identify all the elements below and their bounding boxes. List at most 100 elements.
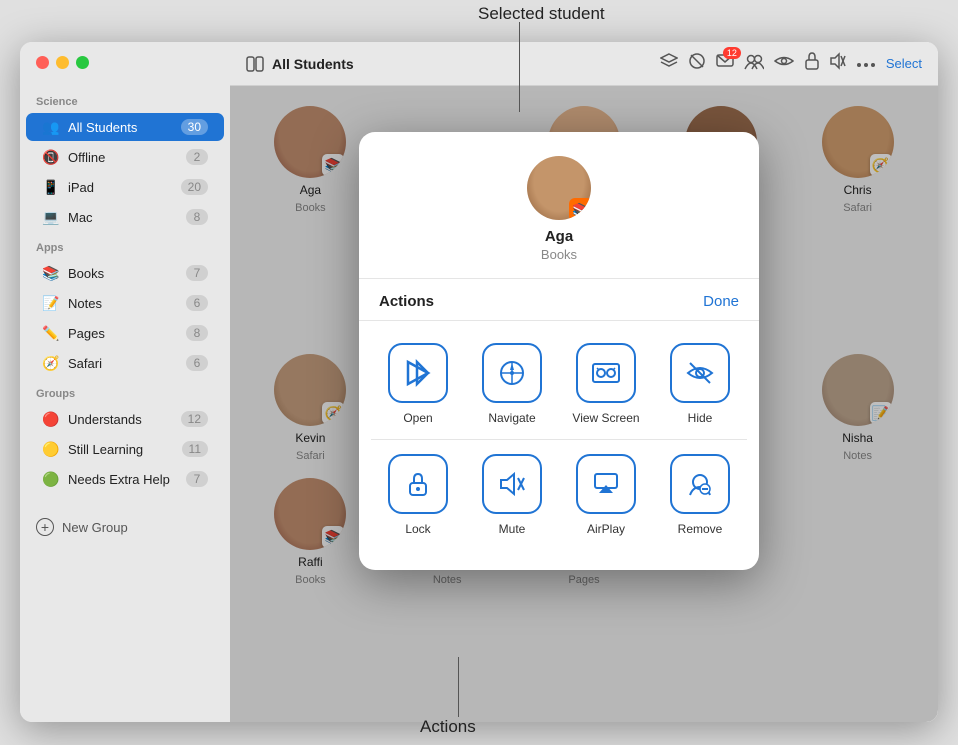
action-airplay-button[interactable]: AirPlay: [559, 440, 653, 550]
hide-icon: [670, 343, 730, 403]
sidebar-item-understands[interactable]: 🔴 Understands 12: [26, 405, 224, 433]
actions-modal: 📚 Aga Books Actions Done Open: [359, 132, 759, 570]
sidebar-item-ipad[interactable]: 📱 iPad 20: [26, 173, 224, 201]
action-lock-button[interactable]: Lock: [371, 440, 465, 550]
toolbar: All Students: [230, 42, 938, 86]
navigate-icon: [482, 343, 542, 403]
message-toolbar-icon[interactable]: 12: [716, 52, 734, 75]
sidebar-item-pages[interactable]: ✏️ Pages 8: [26, 319, 224, 347]
offline-label: Offline: [68, 150, 186, 165]
understands-count: 12: [181, 411, 208, 427]
groups-section-label: Groups: [20, 378, 230, 404]
mac-label: Mac: [68, 210, 186, 225]
notes-count: 6: [186, 295, 208, 311]
actions-line: [458, 657, 459, 717]
science-section-label: Science: [20, 86, 230, 112]
eye-toolbar-icon[interactable]: [774, 54, 794, 73]
minimize-button[interactable]: [56, 56, 69, 69]
ipad-count: 20: [181, 179, 208, 195]
maximize-button[interactable]: [76, 56, 89, 69]
view-screen-label: View Screen: [572, 411, 639, 425]
selected-student-line: [519, 22, 520, 112]
modal-divider-top: [359, 320, 759, 321]
layers-toolbar-icon[interactable]: [660, 52, 678, 75]
action-open-button[interactable]: Open: [371, 329, 465, 439]
actions-annotation: Actions: [420, 717, 476, 737]
airplay-label: AirPlay: [587, 522, 625, 536]
action-navigate-button[interactable]: Navigate: [465, 329, 559, 439]
sidebar-item-needs-extra-help[interactable]: 🟢 Needs Extra Help 7: [26, 465, 224, 493]
app-window: Science 👥 All Students 30 📵 Offline 2 📱 …: [20, 42, 938, 722]
offline-icon: 📵: [42, 148, 60, 166]
modal-app-badge: 📚: [569, 198, 591, 220]
notes-icon: 📝: [42, 294, 60, 312]
block-toolbar-icon[interactable]: [688, 52, 706, 75]
group-toolbar-icon[interactable]: [744, 52, 764, 75]
all-students-count: 30: [181, 119, 208, 135]
sidebar-item-mac[interactable]: 💻 Mac 8: [26, 203, 224, 231]
sidebar: Science 👥 All Students 30 📵 Offline 2 📱 …: [20, 42, 230, 722]
close-button[interactable]: [36, 56, 49, 69]
lock-toolbar-icon[interactable]: [804, 52, 820, 75]
open-icon: [388, 343, 448, 403]
pages-count: 8: [186, 325, 208, 341]
understands-icon: 🔴: [42, 410, 60, 428]
airplay-icon: [576, 454, 636, 514]
remove-label: Remove: [678, 522, 723, 536]
still-learning-count: 11: [182, 441, 208, 457]
new-group-button[interactable]: + New Group: [20, 510, 230, 544]
lock-icon: [388, 454, 448, 514]
pages-label: Pages: [68, 326, 186, 341]
apps-section-label: Apps: [20, 232, 230, 258]
ipad-label: iPad: [68, 180, 181, 195]
mute-icon: [482, 454, 542, 514]
modal-student-appname: Books: [541, 247, 577, 262]
plus-icon: +: [36, 518, 54, 536]
understands-label: Understands: [68, 412, 181, 427]
pages-icon: ✏️: [42, 324, 60, 342]
toolbar-title-area: All Students: [246, 55, 354, 73]
page-title: All Students: [272, 56, 354, 72]
mac-icon: 💻: [42, 208, 60, 226]
action-mute-button[interactable]: Mute: [465, 440, 559, 550]
toolbar-actions: 12: [660, 52, 922, 75]
sidebar-item-safari[interactable]: 🧭 Safari 6: [26, 349, 224, 377]
remove-icon: [670, 454, 730, 514]
offline-count: 2: [186, 149, 208, 165]
sidebar-toggle-icon[interactable]: [246, 55, 264, 73]
modal-header: 📚 Aga Books: [359, 132, 759, 279]
all-students-label: All Students: [68, 120, 181, 135]
sidebar-item-offline[interactable]: 📵 Offline 2: [26, 143, 224, 171]
safari-count: 6: [186, 355, 208, 371]
modal-done-button[interactable]: Done: [703, 293, 739, 310]
action-hide-button[interactable]: Hide: [653, 329, 747, 439]
modal-student-avatar: 📚: [527, 156, 591, 220]
mac-count: 8: [186, 209, 208, 225]
books-icon: 📚: [42, 264, 60, 282]
still-learning-label: Still Learning: [68, 442, 182, 457]
open-label: Open: [403, 411, 432, 425]
still-learning-icon: 🟡: [42, 440, 60, 458]
sidebar-item-notes[interactable]: 📝 Notes 6: [26, 289, 224, 317]
action-view-screen-button[interactable]: View Screen: [559, 329, 653, 439]
books-count: 7: [186, 265, 208, 281]
more-toolbar-icon[interactable]: [856, 55, 876, 73]
mute-toolbar-icon[interactable]: [830, 52, 846, 75]
lock-label: Lock: [405, 522, 430, 536]
modal-actions-grid: Open Navigate: [359, 325, 759, 570]
all-students-icon: 👥: [42, 118, 60, 136]
select-button[interactable]: Select: [886, 56, 922, 71]
sidebar-item-books[interactable]: 📚 Books 7: [26, 259, 224, 287]
notes-label: Notes: [68, 296, 186, 311]
needs-extra-help-icon: 🟢: [42, 470, 60, 488]
ipad-icon: 📱: [42, 178, 60, 196]
modal-actions-header: Actions Done: [359, 279, 759, 320]
safari-label: Safari: [68, 356, 186, 371]
modal-actions-title: Actions: [379, 293, 434, 310]
action-remove-button[interactable]: Remove: [653, 440, 747, 550]
sidebar-item-still-learning[interactable]: 🟡 Still Learning 11: [26, 435, 224, 463]
needs-extra-help-label: Needs Extra Help: [68, 472, 186, 487]
sidebar-item-all-students[interactable]: 👥 All Students 30: [26, 113, 224, 141]
safari-icon: 🧭: [42, 354, 60, 372]
needs-extra-help-count: 7: [186, 471, 208, 487]
